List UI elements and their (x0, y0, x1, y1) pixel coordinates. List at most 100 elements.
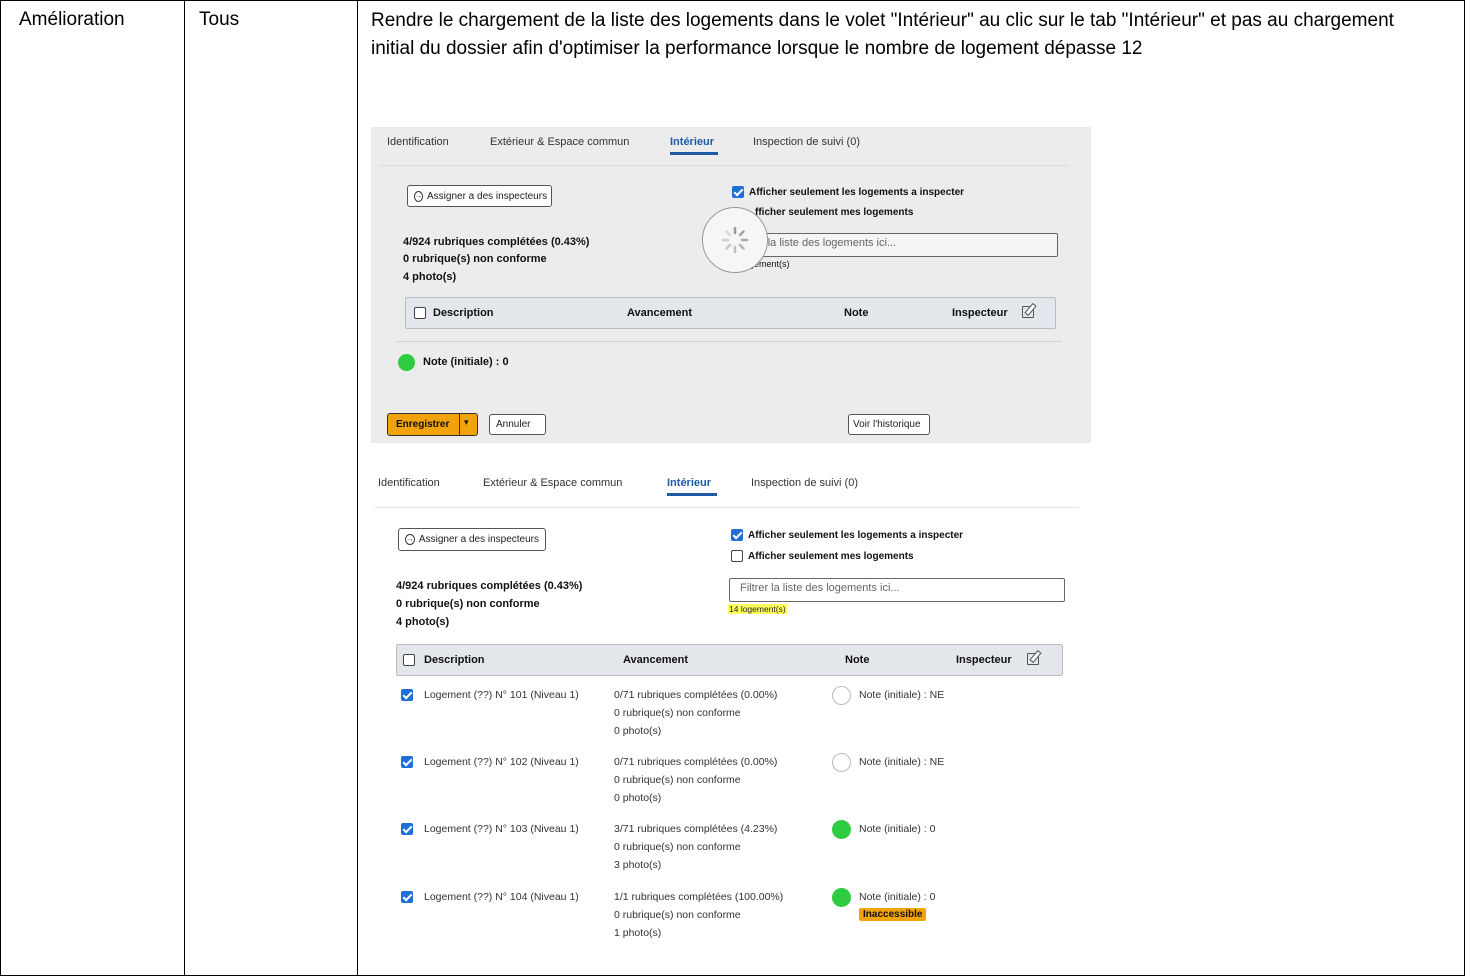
row-checkbox[interactable] (401, 823, 413, 835)
chevron-down-icon[interactable]: ▾ (464, 417, 469, 428)
stat-completed: 4/924 rubriques complétées (0.43%) (403, 236, 590, 248)
edit-icon[interactable] (1022, 306, 1034, 318)
stat-nonconform: 0 rubrique(s) non conforme (396, 598, 540, 610)
row-description[interactable]: Logement (??) N° 104 (Niveau 1) (424, 888, 579, 906)
header-note: Note (844, 307, 869, 319)
row-note: Note (initiale) : 0 (859, 823, 936, 835)
row-description[interactable]: Logement (??) N° 102 (Niveau 1) (424, 753, 579, 771)
column-divider-2 (357, 0, 358, 976)
row-nonconform: 0 rubrique(s) non conforme (614, 774, 741, 786)
row-photos: 0 photo(s) (614, 725, 662, 737)
global-note: Note (initiale) : 0 (423, 356, 509, 368)
filter-mine-label: Afficher seulement mes logements (748, 551, 914, 562)
assign-button-label: Assigner a des inspecteurs (427, 190, 548, 202)
status-badge: Inaccessible (859, 908, 927, 921)
row-note: Note (initiale) : NE (859, 689, 945, 701)
stat-photos: 4 photo(s) (396, 616, 450, 628)
save-button-label: Enregistrer (396, 419, 450, 430)
screenshot-loading: Identification Extérieur & Espace commun… (371, 127, 1091, 443)
row-progress: 1/1 rubriques complétées (100.00%) (614, 891, 784, 903)
split-divider (459, 414, 460, 435)
arrow-circle-icon: → (414, 190, 423, 202)
status-dot (832, 820, 851, 839)
history-button[interactable]: Voir l'historique (848, 414, 930, 435)
assign-inspectors-button[interactable]: → Assigner a des inspecteurs (407, 185, 552, 207)
row-progress: 0/71 rubriques complétées (0.00%) (614, 756, 778, 768)
tab-identification[interactable]: Identification (387, 136, 449, 148)
description-cell: Rendre le chargement de la liste des log… (371, 10, 1394, 59)
table-border-left (0, 0, 1, 976)
table-header: Description Avancement Note Inspecteur (396, 644, 1063, 676)
edit-icon[interactable] (1027, 653, 1039, 665)
table-border-top (0, 0, 1465, 1)
stat-nonconform: 0 rubrique(s) non conforme (403, 253, 547, 265)
type-cell: Amélioration (19, 9, 125, 30)
tab-active-indicator (667, 493, 717, 496)
assign-inspectors-button[interactable]: → Assigner a des inspecteurs (398, 528, 546, 551)
filter-mine-label: fficher seulement mes logements (755, 207, 914, 218)
header-avancement: Avancement (627, 307, 693, 319)
row-photos: 1 photo(s) (614, 927, 662, 939)
header-note: Note (845, 654, 870, 666)
row-nonconform: 0 rubrique(s) non conforme (614, 841, 741, 853)
tab-inspection-suivi[interactable]: Inspection de suivi (0) (753, 136, 860, 148)
tab-interieur[interactable]: Intérieur (670, 136, 714, 148)
row-nonconform: 0 rubrique(s) non conforme (614, 707, 741, 719)
row-nonconform: 0 rubrique(s) non conforme (614, 909, 741, 921)
status-dot (832, 686, 851, 705)
tab-identification[interactable]: Identification (378, 477, 440, 489)
history-button-label: Voir l'historique (853, 419, 921, 430)
row-checkbox[interactable] (401, 689, 413, 701)
assign-button-label: Assigner a des inspecteurs (418, 534, 539, 545)
filter-inspect-checkbox[interactable] (731, 529, 743, 541)
header-description: Description (433, 307, 494, 319)
count-label: 14 logement(s) (728, 604, 787, 614)
loading-spinner (702, 207, 768, 273)
header-avancement: Avancement (623, 654, 689, 666)
select-all-checkbox[interactable] (414, 307, 426, 319)
row-photos: 3 photo(s) (614, 859, 662, 871)
tab-exterieur[interactable]: Extérieur & Espace commun (490, 136, 629, 148)
tab-interieur[interactable]: Intérieur (667, 477, 711, 489)
stat-completed: 4/924 rubriques complétées (0.43%) (396, 580, 583, 592)
row-progress: 0/71 rubriques complétées (0.00%) (614, 689, 778, 701)
filter-mine-checkbox[interactable] (731, 550, 743, 562)
status-dot (398, 354, 415, 371)
filter-inspect-label: Afficher seulement les logements a inspe… (748, 530, 964, 541)
search-input[interactable]: r la liste des logements ici... (731, 233, 1058, 257)
row-progress: 3/71 rubriques complétées (4.23%) (614, 823, 778, 835)
row-note: Note (initiale) : NE (859, 756, 945, 768)
scope-cell: Tous (199, 9, 240, 30)
tab-divider (379, 165, 1069, 166)
search-input[interactable]: Filtrer la liste des logements ici... (729, 578, 1065, 602)
cancel-button-label: Annuler (496, 419, 531, 430)
tab-inspection-suivi[interactable]: Inspection de suivi (0) (751, 477, 858, 489)
header-description: Description (424, 654, 485, 666)
header-inspecteur: Inspecteur (956, 654, 1012, 666)
column-divider-1 (184, 0, 185, 976)
status-dot (832, 753, 851, 772)
tab-divider (375, 507, 1079, 508)
row-description[interactable]: Logement (??) N° 103 (Niveau 1) (424, 820, 579, 838)
select-all-checkbox[interactable] (403, 654, 415, 666)
tab-exterieur[interactable]: Extérieur & Espace commun (483, 477, 622, 489)
filter-inspect-label: Afficher seulement les logements a inspe… (749, 187, 965, 198)
filter-inspect-checkbox[interactable] (732, 186, 744, 198)
header-inspecteur: Inspecteur (952, 307, 1008, 319)
row-checkbox[interactable] (401, 891, 413, 903)
list-divider (397, 341, 1062, 342)
row-checkbox[interactable] (401, 756, 413, 768)
document-table: Amélioration Tous Rendre le chargement d… (0, 0, 1465, 976)
row-note: Note (initiale) : 0 (859, 891, 936, 903)
arrow-circle-icon: → (405, 534, 415, 545)
cancel-button[interactable]: Annuler (489, 414, 546, 435)
tab-active-indicator (670, 152, 718, 155)
save-split-button[interactable]: Enregistrer ▾ (387, 413, 478, 436)
spinner-icon (721, 226, 749, 254)
table-header: Description Avancement Note Inspecteur (405, 297, 1056, 329)
screenshot-loaded: Identification Extérieur & Espace commun… (371, 466, 1091, 956)
row-description[interactable]: Logement (??) N° 101 (Niveau 1) (424, 686, 579, 704)
row-photos: 0 photo(s) (614, 792, 662, 804)
status-dot (832, 888, 851, 907)
stat-photos: 4 photo(s) (403, 271, 457, 283)
